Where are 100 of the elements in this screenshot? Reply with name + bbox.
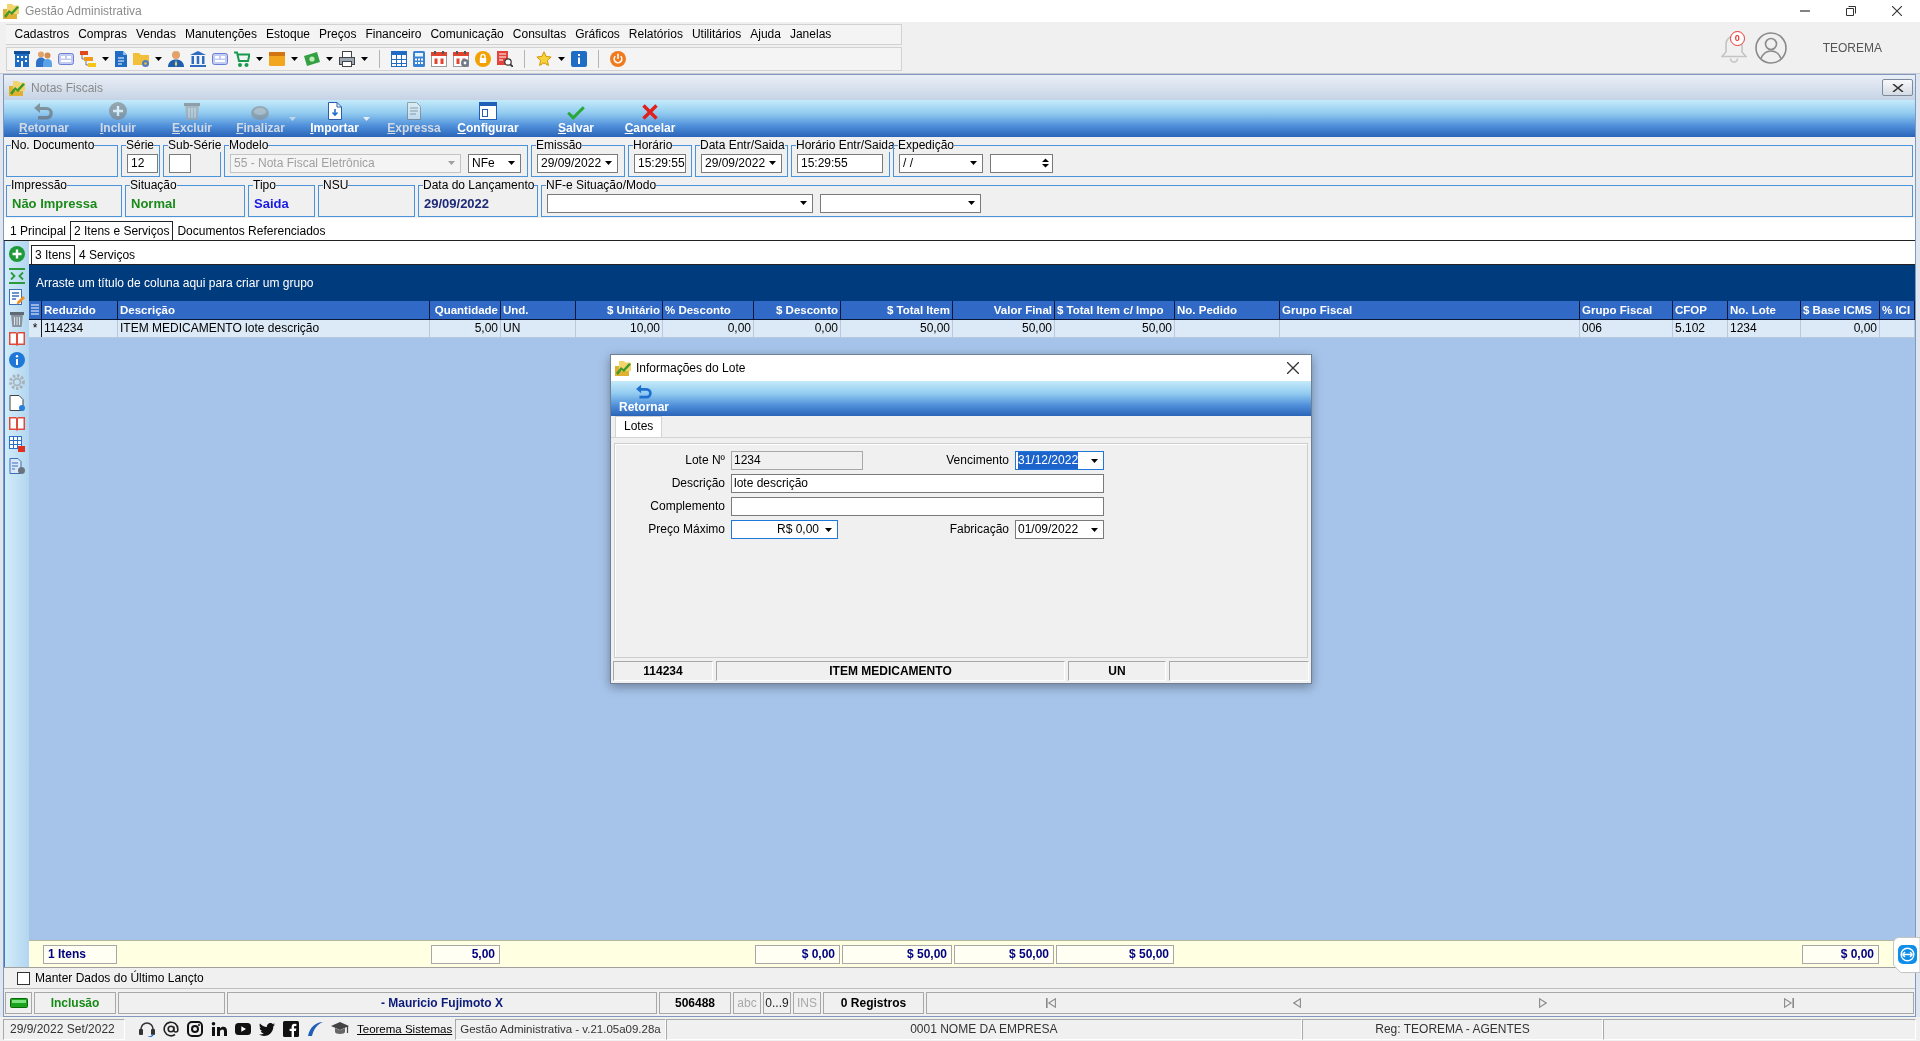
text-field[interactable]: lote descrição (731, 474, 1104, 493)
menu-item[interactable]: Ajuda (745, 25, 786, 44)
menu-item[interactable]: Relatórios (624, 25, 688, 44)
graduation-cap-icon[interactable] (331, 1021, 349, 1037)
menu-item[interactable]: Comunicação (425, 25, 509, 44)
calendar-icon[interactable] (431, 51, 447, 67)
caret-icon[interactable] (155, 57, 162, 61)
building-icon[interactable] (14, 51, 30, 67)
text-field[interactable]: 15:29:55 (797, 153, 883, 173)
column-header[interactable]: Descrição (118, 301, 430, 319)
menu-item[interactable]: Manutenções (180, 25, 262, 44)
next-icon[interactable] (1538, 997, 1547, 1008)
caret-icon[interactable] (361, 57, 368, 61)
user-icon[interactable] (1754, 31, 1787, 64)
caret-icon[interactable] (102, 57, 109, 61)
toolbar-button[interactable]: Retornar (617, 381, 671, 416)
person-icon[interactable] (168, 51, 184, 67)
menu-item[interactable]: Vendas (131, 25, 181, 44)
dropdown[interactable]: / / (899, 153, 983, 173)
first-page-icon[interactable] (1045, 997, 1056, 1008)
menu-item[interactable]: Gráficos (570, 25, 625, 44)
column-header[interactable]: No. Lote (1728, 301, 1801, 319)
column-header[interactable]: CFOP (1673, 301, 1728, 319)
dropdown[interactable]: 29/09/2022 (701, 153, 782, 173)
money-icon[interactable] (304, 52, 320, 66)
book-icon[interactable] (8, 332, 25, 347)
last-page-icon[interactable] (1784, 997, 1795, 1008)
caret-icon[interactable] (326, 57, 333, 61)
table-icon[interactable] (391, 51, 407, 67)
toolbar-button[interactable]: Importar (305, 100, 375, 137)
column-header[interactable]: Und. (501, 301, 576, 319)
calculator-icon[interactable] (413, 51, 425, 67)
text-field[interactable]: 1234 (731, 451, 863, 470)
at-sign-icon[interactable] (163, 1021, 179, 1037)
menu-item[interactable]: Financeiro (360, 25, 426, 44)
info-icon[interactable] (571, 51, 587, 67)
arrows-icon[interactable] (8, 267, 25, 284)
text-field[interactable] (731, 497, 1104, 516)
tab[interactable]: Lotes (615, 416, 663, 437)
column-header[interactable]: Grupo Fiscal (1280, 301, 1580, 319)
dropdown[interactable] (820, 193, 981, 213)
hierarchy-icon[interactable] (80, 51, 96, 67)
currency-field[interactable]: R$ 0,00 (731, 520, 838, 539)
instagram-icon[interactable] (187, 1021, 203, 1037)
power-icon[interactable] (610, 51, 626, 67)
toolbar-button[interactable]: Cancelar (615, 100, 685, 137)
star-icon[interactable] (536, 51, 552, 67)
column-header[interactable]: $ Base ICMS (1801, 301, 1880, 319)
column-header[interactable]: % Desconto (663, 301, 754, 319)
website-link[interactable]: Teorema Sistemas (357, 1023, 453, 1035)
tab[interactable]: 4 Serviços (75, 245, 140, 264)
facebook-icon[interactable] (283, 1021, 299, 1037)
column-header[interactable]: $ Total Item c/ Impo (1055, 301, 1175, 319)
document-icon[interactable] (8, 395, 25, 412)
document-gear-icon[interactable] (8, 457, 25, 474)
restore-icon[interactable] (1846, 6, 1856, 16)
document-icon[interactable] (115, 51, 127, 67)
grid-icon[interactable] (8, 436, 25, 453)
double-arrow-icon[interactable] (1893, 937, 1920, 973)
toolbar-button[interactable]: Salvar (541, 100, 611, 137)
date-field[interactable]: 31/12/2022 (1015, 451, 1104, 470)
caret-icon[interactable] (291, 57, 298, 61)
printer-icon[interactable] (339, 51, 355, 67)
dropdown[interactable]: NFe (468, 153, 521, 173)
menu-item[interactable]: Cadastros (10, 25, 74, 44)
column-header[interactable]: $ Desconto (754, 301, 841, 319)
id-card-icon[interactable] (58, 53, 74, 65)
previous-icon[interactable] (1293, 997, 1302, 1008)
info-icon[interactable] (8, 351, 25, 368)
close-icon[interactable] (1287, 362, 1299, 374)
dropdown[interactable] (547, 193, 813, 213)
close-button[interactable] (1882, 79, 1913, 96)
linkedin-icon[interactable] (211, 1021, 227, 1037)
tab[interactable]: 1 Principal (6, 221, 71, 240)
caret-icon[interactable] (256, 57, 263, 61)
tab[interactable]: Documentos Referenciados (173, 221, 330, 240)
swoosh-icon[interactable] (307, 1021, 323, 1037)
calendar-gear-icon[interactable] (453, 51, 469, 67)
column-header[interactable]: Valor Final (953, 301, 1055, 319)
tab[interactable]: 2 Itens e Serviços (70, 221, 174, 240)
trash-icon[interactable] (8, 310, 25, 327)
column-header[interactable]: $ Total Item (841, 301, 953, 319)
headset-icon[interactable] (139, 1021, 155, 1037)
bank-icon[interactable] (190, 51, 206, 67)
menu-item[interactable]: Preços (314, 25, 361, 44)
id-card-icon[interactable] (212, 53, 228, 65)
report-icon[interactable] (497, 51, 513, 67)
caret-icon[interactable] (558, 57, 565, 61)
column-header[interactable]: Reduzido (42, 301, 118, 319)
menu-item[interactable]: Compras (73, 25, 132, 44)
toolbar-button[interactable]: Configurar (453, 100, 523, 137)
column-header[interactable]: $ Unitário (576, 301, 663, 319)
date-field[interactable]: 01/09/2022 (1015, 520, 1104, 539)
column-header[interactable]: Grupo Fiscal (1580, 301, 1673, 319)
checkbox[interactable]: Manter Dados do Último Lançto (17, 971, 204, 985)
twitter-icon[interactable] (259, 1022, 275, 1036)
column-header[interactable]: No. Pedido (1175, 301, 1280, 319)
youtube-icon[interactable] (235, 1023, 251, 1035)
spin-field[interactable] (990, 153, 1053, 173)
column-header[interactable]: Quantidade (430, 301, 501, 319)
